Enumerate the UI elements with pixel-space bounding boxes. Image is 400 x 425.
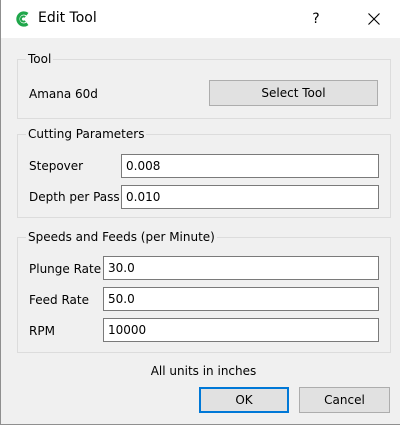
cutting-parameters-title: Cutting Parameters	[26, 126, 147, 142]
cancel-button[interactable]: Cancel	[299, 387, 390, 413]
units-note: All units in inches	[150, 364, 257, 378]
edit-tool-dialog: Edit Tool ? Tool Amana 60d Select Tool C…	[0, 0, 400, 425]
tool-name: Amana 60d	[29, 87, 98, 101]
close-icon	[368, 13, 380, 25]
plunge-rate-label: Plunge Rate	[29, 262, 102, 276]
ok-button[interactable]: OK	[199, 387, 289, 413]
select-tool-button[interactable]: Select Tool	[209, 80, 378, 106]
speeds-feeds-title: Speeds and Feeds (per Minute)	[26, 229, 217, 245]
rpm-input[interactable]	[103, 318, 379, 342]
close-button[interactable]	[357, 4, 391, 34]
help-button[interactable]: ?	[301, 4, 331, 34]
plunge-rate-input[interactable]	[103, 256, 379, 280]
stepover-input[interactable]	[121, 154, 379, 178]
feed-rate-input[interactable]	[103, 287, 379, 311]
depth-per-pass-label: Depth per Pass	[29, 190, 120, 204]
rpm-label: RPM	[29, 324, 55, 338]
window-title: Edit Tool	[38, 10, 97, 26]
title-bar[interactable]: Edit Tool ?	[1, 0, 400, 38]
app-logo-icon	[16, 11, 30, 27]
tool-group-title: Tool	[26, 51, 54, 67]
feed-rate-label: Feed Rate	[29, 293, 89, 307]
stepover-label: Stepover	[29, 159, 84, 173]
depth-per-pass-input[interactable]	[121, 185, 379, 209]
